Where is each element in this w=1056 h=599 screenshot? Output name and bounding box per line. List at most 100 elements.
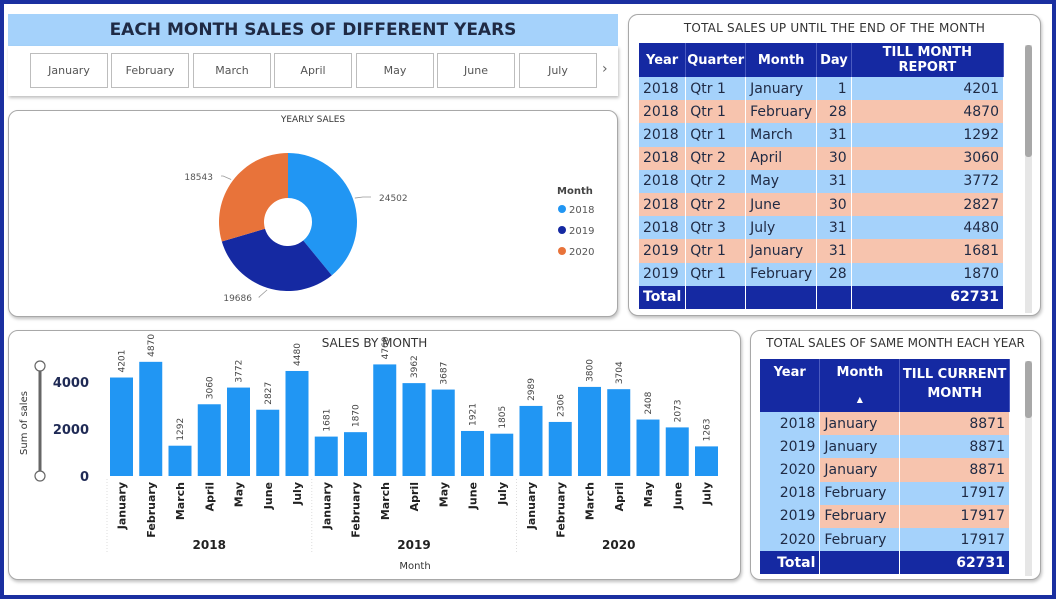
till-month-report-title: TOTAL SALES UP UNTIL THE END OF THE MONT…: [683, 21, 986, 35]
bar-2020-June[interactable]: [665, 427, 689, 476]
bar-2020-April[interactable]: [607, 389, 631, 476]
table-row[interactable]: 2018 Qtr 2 June 30 2827: [639, 192, 1005, 217]
cell-till-month-report: 3060: [851, 146, 1005, 170]
table-row[interactable]: 2018 Qtr 2 April 30 3060: [639, 146, 1005, 170]
bar-2018-April[interactable]: [197, 404, 221, 476]
bar-2018-May[interactable]: [227, 387, 250, 476]
table-row[interactable]: 2018 Qtr 3 July 31 4480: [639, 216, 1005, 240]
bar-data-label: 3772: [235, 360, 245, 383]
bar-2019-May[interactable]: [431, 389, 455, 476]
y-tick-label: 2000: [53, 423, 89, 438]
col-header-month[interactable]: Month: [745, 43, 818, 77]
x-tick-label: May: [233, 482, 246, 507]
total-label: Total: [639, 285, 687, 309]
table-row[interactable]: 2018 Qtr 2 May 31 3772: [639, 169, 1005, 193]
cell-year: 2019: [760, 435, 821, 459]
x-tick-label: February: [350, 482, 363, 538]
bar-2019-February[interactable]: [344, 432, 367, 476]
y-tick-label: 4000: [53, 376, 89, 391]
donut-leader-line: [258, 289, 268, 298]
donut-data-label: 19686: [223, 294, 252, 304]
slicer-item-july[interactable]: July: [519, 53, 597, 88]
slicer-item-january[interactable]: January: [30, 53, 108, 88]
bar-data-label: 2306: [556, 394, 566, 417]
col-header-till-current-month[interactable]: TILL CURRENT MONTH: [899, 359, 1010, 412]
col-header-month[interactable]: Month ▲: [819, 359, 901, 412]
x-tick-label: February: [554, 482, 567, 538]
cell-year: 2020: [760, 458, 821, 482]
legend-label-2020[interactable]: 2020: [569, 247, 594, 258]
slicer-item-june[interactable]: June: [437, 53, 515, 88]
col-header-month-label: Month: [836, 365, 884, 380]
donut-slice-2020[interactable]: [219, 153, 288, 242]
cell-empty: [819, 551, 901, 575]
page-title: EACH MONTH SALES OF DIFFERENT YEARS: [109, 20, 517, 40]
donut-data-label: 18543: [184, 173, 213, 183]
legend-title: Month: [557, 186, 593, 197]
slicer-item-may[interactable]: May: [356, 53, 434, 88]
bar-2018-March[interactable]: [168, 445, 192, 476]
col-header-year[interactable]: Year: [760, 359, 821, 412]
bar-data-label: 3060: [205, 376, 215, 399]
bar-2019-July[interactable]: [490, 433, 514, 476]
slicer-next-icon[interactable]: ›: [602, 61, 608, 77]
table-row[interactable]: 2019 Qtr 1 January 31 1681: [639, 239, 1005, 263]
table-row[interactable]: 2019 Qtr 1 February 28 1870: [639, 262, 1005, 286]
top-table-scroll-thumb[interactable]: [1025, 45, 1032, 157]
bar-data-label: 2408: [644, 391, 654, 414]
bottom-table-scrollbar[interactable]: [1025, 361, 1032, 576]
bottom-table-scroll-thumb[interactable]: [1025, 361, 1032, 418]
x-tick-label: January: [320, 482, 333, 530]
bar-2020-February[interactable]: [548, 421, 572, 476]
table-row[interactable]: 2018 Qtr 1 February 28 4870: [639, 100, 1005, 124]
bar-2019-June[interactable]: [461, 430, 484, 476]
bar-2020-January[interactable]: [519, 405, 543, 476]
table-row[interactable]: 2018 Qtr 1 March 31 1292: [639, 123, 1005, 147]
cell-till-current-month: 17917: [899, 481, 1010, 505]
legend-label-2018[interactable]: 2018: [569, 205, 594, 216]
table-row[interactable]: 2018 January 8871: [760, 412, 1010, 436]
bar-2019-March[interactable]: [373, 364, 397, 476]
table-row[interactable]: 2018 Qtr 1 January 1 4201: [639, 77, 1005, 101]
slicer-item-april[interactable]: April: [274, 53, 352, 88]
table-row[interactable]: 2019 February 17917: [760, 504, 1010, 528]
zoom-slider-handle[interactable]: [34, 470, 46, 482]
bar-data-label: 2827: [264, 382, 274, 405]
col-header-day[interactable]: Day: [816, 43, 852, 77]
cell-month: July: [745, 216, 818, 240]
bar-2020-May[interactable]: [636, 419, 660, 476]
zoom-slider-handle[interactable]: [34, 360, 46, 372]
legend-label-2019[interactable]: 2019: [569, 226, 594, 237]
bar-2019-January[interactable]: [314, 436, 338, 476]
bar-2018-June[interactable]: [256, 409, 280, 476]
bar-2018-July[interactable]: [285, 370, 309, 476]
cell-till-current-month: 8871: [899, 435, 1010, 459]
bar-2018-February[interactable]: [139, 361, 163, 476]
cell-day: 30: [816, 192, 852, 217]
bar-2018-January[interactable]: [110, 377, 133, 476]
table-row[interactable]: 2019 January 8871: [760, 435, 1010, 459]
cell-year: 2019: [639, 239, 687, 263]
cell-till-current-month: 8871: [899, 412, 1010, 436]
cell-day: 31: [816, 216, 852, 240]
table-row[interactable]: 2020 January 8871: [760, 458, 1010, 482]
col-header-quarter[interactable]: Quarter: [685, 43, 747, 77]
cell-quarter: Qtr 2: [685, 169, 747, 193]
sales-by-month-card: SALES BY MONTH 0 2000 4000 Sum of sales 4201…: [8, 330, 741, 580]
x-tick-label: May: [437, 482, 450, 507]
cell-year: 2019: [639, 262, 687, 286]
bar-2020-March[interactable]: [578, 386, 601, 476]
sort-ascending-icon[interactable]: ▲: [820, 395, 899, 404]
bar-2019-April[interactable]: [402, 383, 426, 476]
table-row[interactable]: 2020 February 17917: [760, 527, 1010, 552]
cell-day: 28: [816, 262, 852, 286]
cell-quarter: Qtr 3: [685, 216, 747, 240]
col-header-till-month-report[interactable]: TILL MONTH REPORT: [851, 43, 1005, 77]
slicer-item-february[interactable]: February: [111, 53, 189, 88]
slicer-item-march[interactable]: March: [193, 53, 271, 88]
top-table-scrollbar[interactable]: [1025, 45, 1032, 313]
bar-data-label: 1921: [469, 403, 479, 426]
bar-2020-July[interactable]: [695, 446, 718, 476]
col-header-year[interactable]: Year: [639, 43, 687, 77]
table-row[interactable]: 2018 February 17917: [760, 481, 1010, 505]
